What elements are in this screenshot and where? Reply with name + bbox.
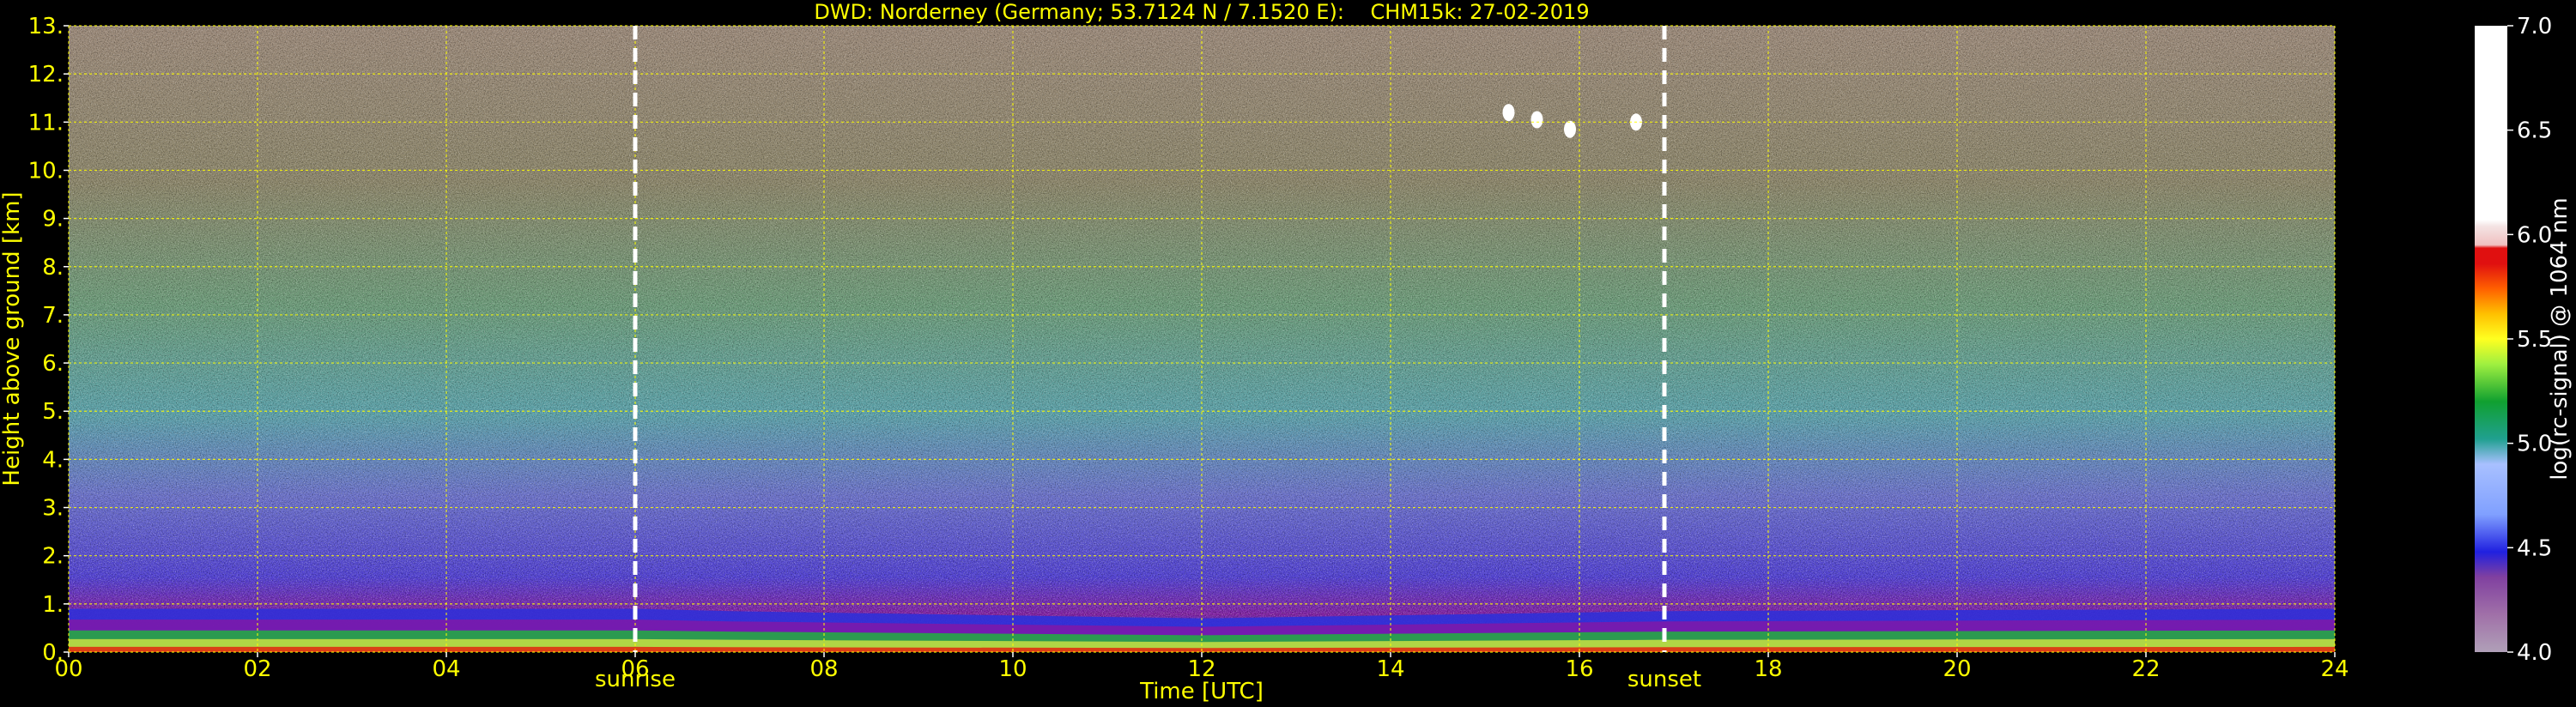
y-tick-label: 2. <box>42 544 64 570</box>
y-tick-label: 8. <box>42 255 64 281</box>
y-axis-label: Height above ground [km] <box>0 191 25 486</box>
x-tick-label: 02 <box>243 656 271 682</box>
cloud-patch <box>1530 111 1543 129</box>
colorbar-tick-label: 4.5 <box>2517 535 2552 561</box>
colorbar: 4.04.55.05.56.06.57.0 log(rc-signal) @ 1… <box>2475 14 2573 666</box>
y-tick-label: 5. <box>42 399 64 425</box>
y-tick-label: 10. <box>28 158 64 184</box>
x-tick-label: 22 <box>2131 656 2160 682</box>
lidar-backscatter-chart: 00 02 04 06 08 10 12 14 16 18 20 22 240.1.2.3.4.5.6.… <box>0 0 2573 704</box>
y-tick-label: 4. <box>42 447 64 473</box>
colorbar-label: log(rc-signal) @ 1064 nm <box>2547 197 2573 480</box>
y-tick-label: 7. <box>42 303 64 329</box>
plot-area <box>68 25 2336 653</box>
sunset-label: sunset <box>1627 667 1701 692</box>
chart-title: DWD: Norderney (Germany; 53.7124 N / 7.1… <box>814 0 1589 24</box>
y-tick-label: 11. <box>28 110 64 136</box>
cloud-patch <box>1564 120 1576 138</box>
y-tick-label: 12. <box>28 62 64 88</box>
x-tick-label: 04 <box>432 656 460 682</box>
x-tick-label: 16 <box>1565 656 1593 682</box>
x-tick-label: 08 <box>809 656 838 682</box>
y-tick-label: 9. <box>42 207 64 233</box>
x-tick-label: 20 <box>1943 656 1971 682</box>
colorbar-tick-label: 6.5 <box>2517 118 2552 144</box>
y-tick-label: 1. <box>42 592 64 618</box>
y-tick-label: 6. <box>42 351 64 377</box>
colorbar-ticks: 4.04.55.05.56.06.57.0 <box>2507 14 2552 666</box>
x-tick-label: 10 <box>998 656 1027 682</box>
colorbar-tick-label: 7.0 <box>2517 14 2552 39</box>
x-tick-label: 14 <box>1376 656 1404 682</box>
colorbar-gradient <box>2475 26 2507 652</box>
sunrise-label: sunrise <box>595 667 676 692</box>
y-tick-label: 13. <box>28 14 64 39</box>
y-tick-label: 3. <box>42 496 64 522</box>
y-tick-label: 0. <box>42 640 64 666</box>
x-axis-label: Time [UTC] <box>1139 679 1264 704</box>
x-tick-label: 18 <box>1754 656 1782 682</box>
x-tick-label: 24 <box>2320 656 2349 682</box>
cloud-patch <box>1502 104 1515 122</box>
colorbar-tick-label: 4.0 <box>2517 640 2552 666</box>
